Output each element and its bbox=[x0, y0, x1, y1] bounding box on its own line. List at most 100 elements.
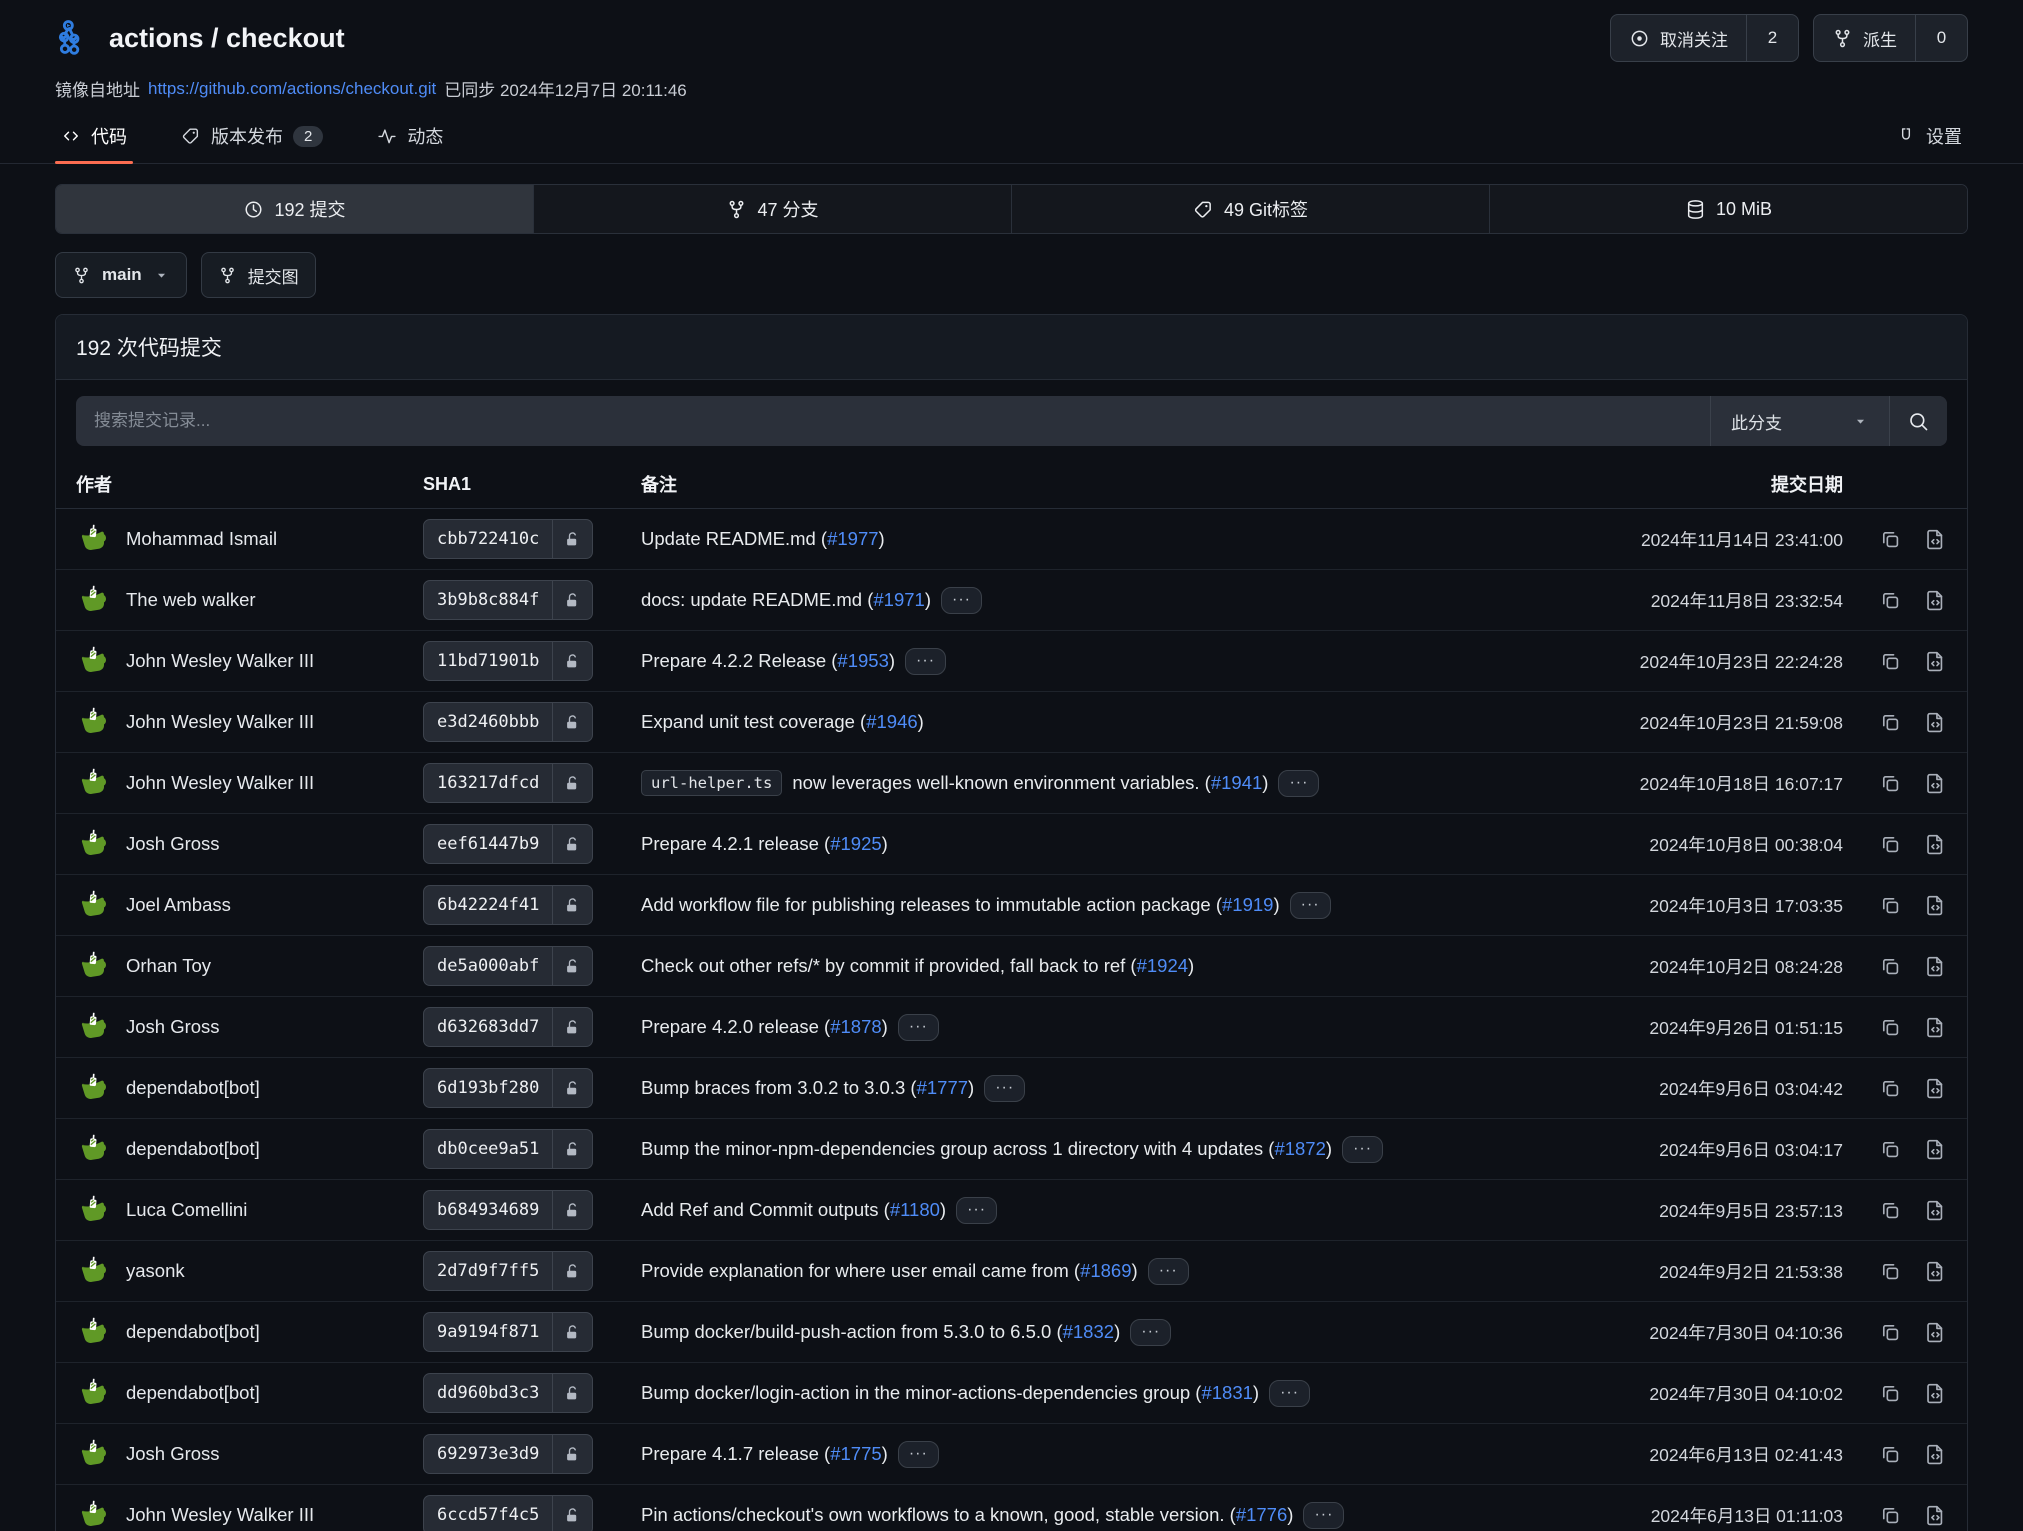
commit-message[interactable]: Bump docker/build-push-action from 5.3.0… bbox=[641, 1321, 1120, 1343]
avatar[interactable] bbox=[76, 826, 112, 862]
browse-source-button[interactable] bbox=[1924, 1260, 1947, 1283]
commit-message[interactable]: Expand unit test coverage (#1946) bbox=[641, 711, 924, 733]
expand-commit-body-button[interactable]: ··· bbox=[1130, 1319, 1171, 1346]
fork-count[interactable]: 0 bbox=[1915, 15, 1967, 61]
commit-author[interactable]: Mohammad Ismail bbox=[126, 528, 277, 550]
repo-title[interactable]: actions / checkout bbox=[109, 23, 345, 54]
commit-sha-chip[interactable]: 6ccd57f4c5 bbox=[423, 1495, 593, 1531]
issue-link[interactable]: #1971 bbox=[873, 589, 924, 610]
avatar[interactable] bbox=[76, 887, 112, 923]
expand-commit-body-button[interactable]: ··· bbox=[1269, 1380, 1310, 1407]
commit-sha-chip[interactable]: 163217dfcd bbox=[423, 763, 593, 803]
avatar[interactable] bbox=[76, 1497, 112, 1531]
commit-sha-chip[interactable]: 2d7d9f7ff5 bbox=[423, 1251, 593, 1291]
stat-commits[interactable]: 192 提交 bbox=[56, 185, 533, 233]
commit-author[interactable]: Josh Gross bbox=[126, 1016, 220, 1038]
copy-sha-button[interactable] bbox=[1879, 1077, 1902, 1100]
mirror-url-link[interactable]: https://github.com/actions/checkout.git bbox=[148, 79, 436, 99]
avatar[interactable] bbox=[76, 765, 112, 801]
commit-message[interactable]: Add workflow file for publishing release… bbox=[641, 894, 1280, 916]
commit-message[interactable]: Prepare 4.2.1 release (#1925) bbox=[641, 833, 888, 855]
copy-sha-button[interactable] bbox=[1879, 1321, 1902, 1344]
commit-message[interactable]: now leverages well-known environment var… bbox=[792, 772, 1268, 794]
browse-source-button[interactable] bbox=[1924, 833, 1947, 856]
expand-commit-body-button[interactable]: ··· bbox=[898, 1441, 939, 1468]
browse-source-button[interactable] bbox=[1924, 528, 1947, 551]
copy-sha-button[interactable] bbox=[1879, 1443, 1902, 1466]
avatar[interactable] bbox=[76, 948, 112, 984]
copy-sha-button[interactable] bbox=[1879, 833, 1902, 856]
issue-link[interactable]: #1941 bbox=[1211, 772, 1262, 793]
expand-commit-body-button[interactable]: ··· bbox=[1148, 1258, 1189, 1285]
issue-link[interactable]: #1775 bbox=[830, 1443, 881, 1464]
browse-source-button[interactable] bbox=[1924, 894, 1947, 917]
tab-settings[interactable]: 设置 bbox=[1890, 123, 1968, 163]
commit-sha-chip[interactable]: d632683dd7 bbox=[423, 1007, 593, 1047]
issue-link[interactable]: #1777 bbox=[917, 1077, 968, 1098]
copy-sha-button[interactable] bbox=[1879, 955, 1902, 978]
expand-commit-body-button[interactable]: ··· bbox=[1303, 1502, 1344, 1529]
issue-link[interactable]: #1924 bbox=[1137, 955, 1188, 976]
expand-commit-body-button[interactable]: ··· bbox=[1342, 1136, 1383, 1163]
browse-source-button[interactable] bbox=[1924, 1321, 1947, 1344]
issue-link[interactable]: #1878 bbox=[830, 1016, 881, 1037]
copy-sha-button[interactable] bbox=[1879, 1016, 1902, 1039]
commit-author[interactable]: Josh Gross bbox=[126, 833, 220, 855]
avatar[interactable] bbox=[76, 704, 112, 740]
commit-sha-chip[interactable]: eef61447b9 bbox=[423, 824, 593, 864]
browse-source-button[interactable] bbox=[1924, 1199, 1947, 1222]
commit-author[interactable]: Josh Gross bbox=[126, 1443, 220, 1465]
copy-sha-button[interactable] bbox=[1879, 528, 1902, 551]
issue-link[interactable]: #1946 bbox=[866, 711, 917, 732]
commit-sha-chip[interactable]: db0cee9a51 bbox=[423, 1129, 593, 1169]
commit-sha-chip[interactable]: b684934689 bbox=[423, 1190, 593, 1230]
copy-sha-button[interactable] bbox=[1879, 1260, 1902, 1283]
avatar[interactable] bbox=[76, 1009, 112, 1045]
browse-source-button[interactable] bbox=[1924, 772, 1947, 795]
issue-link[interactable]: #1832 bbox=[1063, 1321, 1114, 1342]
expand-commit-body-button[interactable]: ··· bbox=[905, 648, 946, 675]
commit-sha-chip[interactable]: 3b9b8c884f bbox=[423, 580, 593, 620]
issue-link[interactable]: #1869 bbox=[1080, 1260, 1131, 1281]
commit-sha-chip[interactable]: 692973e3d9 bbox=[423, 1434, 593, 1474]
avatar[interactable] bbox=[76, 1070, 112, 1106]
commit-sha-chip[interactable]: dd960bd3c3 bbox=[423, 1373, 593, 1413]
browse-source-button[interactable] bbox=[1924, 1382, 1947, 1405]
copy-sha-button[interactable] bbox=[1879, 1199, 1902, 1222]
issue-link[interactable]: #1776 bbox=[1236, 1504, 1287, 1525]
browse-source-button[interactable] bbox=[1924, 650, 1947, 673]
copy-sha-button[interactable] bbox=[1879, 589, 1902, 612]
commit-message[interactable]: Update README.md (#1977) bbox=[641, 528, 885, 550]
avatar[interactable] bbox=[76, 643, 112, 679]
copy-sha-button[interactable] bbox=[1879, 1504, 1902, 1527]
commit-sha-chip[interactable]: 9a9194f871 bbox=[423, 1312, 593, 1352]
commit-message[interactable]: Provide explanation for where user email… bbox=[641, 1260, 1138, 1282]
expand-commit-body-button[interactable]: ··· bbox=[956, 1197, 997, 1224]
commit-sha-chip[interactable]: de5a000abf bbox=[423, 946, 593, 986]
avatar[interactable] bbox=[76, 1192, 112, 1228]
avatar[interactable] bbox=[76, 1436, 112, 1472]
commit-message[interactable]: Bump braces from 3.0.2 to 3.0.3 (#1777) bbox=[641, 1077, 974, 1099]
watch-count[interactable]: 2 bbox=[1746, 15, 1798, 61]
tab-releases[interactable]: 版本发布 2 bbox=[175, 123, 329, 163]
commit-message[interactable]: Bump docker/login-action in the minor-ac… bbox=[641, 1382, 1259, 1404]
avatar[interactable] bbox=[76, 582, 112, 618]
branch-selector[interactable]: main bbox=[55, 252, 187, 298]
browse-source-button[interactable] bbox=[1924, 1443, 1947, 1466]
commit-author[interactable]: Joel Ambass bbox=[126, 894, 231, 916]
commit-message[interactable]: Check out other refs/* by commit if prov… bbox=[641, 955, 1194, 977]
commit-author[interactable]: Orhan Toy bbox=[126, 955, 211, 977]
commit-message[interactable]: Add Ref and Commit outputs (#1180) bbox=[641, 1199, 946, 1221]
browse-source-button[interactable] bbox=[1924, 589, 1947, 612]
expand-commit-body-button[interactable]: ··· bbox=[1290, 892, 1331, 919]
commit-author[interactable]: dependabot[bot] bbox=[126, 1077, 260, 1099]
commit-message[interactable]: Prepare 4.2.2 Release (#1953) bbox=[641, 650, 895, 672]
avatar[interactable] bbox=[76, 1253, 112, 1289]
issue-link[interactable]: #1180 bbox=[890, 1199, 940, 1220]
branch-scope-dropdown[interactable]: 此分支 bbox=[1710, 396, 1889, 446]
browse-source-button[interactable] bbox=[1924, 1138, 1947, 1161]
stat-branches[interactable]: 47 分支 bbox=[533, 185, 1011, 233]
copy-sha-button[interactable] bbox=[1879, 772, 1902, 795]
commit-sha-chip[interactable]: 6b42224f41 bbox=[423, 885, 593, 925]
commit-author[interactable]: John Wesley Walker III bbox=[126, 772, 314, 794]
